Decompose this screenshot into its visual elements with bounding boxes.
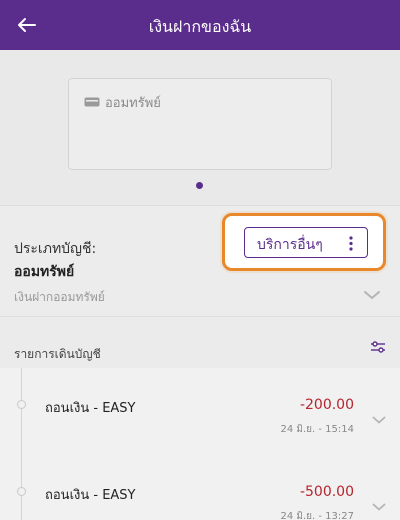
transaction-time: 24 มิ.ย. - 13:27 — [280, 511, 355, 520]
transaction-row[interactable]: ถอนเงิน - EASY -200.00 24 มิ.ย. - 15:14 — [0, 376, 400, 436]
card-account-type: ออมทรัพย์ — [105, 96, 161, 111]
bank-card-icon — [84, 97, 100, 107]
other-services-button[interactable]: บริการอื่นๆ — [244, 227, 368, 258]
other-services-label: บริการอื่นๆ — [257, 237, 323, 253]
transaction-row[interactable]: ถอนเงิน - EASY -500.00 24 มิ.ย. - 13:27 — [0, 463, 400, 520]
timeline-node — [17, 487, 26, 496]
account-carousel[interactable]: ออมทรัพย์ — [0, 50, 400, 205]
carousel-indicator — [196, 182, 203, 189]
account-info-panel: ประเภทบัญชี: ออมทรัพย์ เงินฝากออมทรัพย์ … — [0, 205, 400, 317]
chevron-down-icon[interactable] — [372, 416, 386, 424]
other-services-highlight: บริการอื่นๆ — [222, 213, 386, 271]
transaction-amount: -500.00 — [299, 484, 354, 500]
page-title: เงินฝากของฉัน — [148, 17, 252, 36]
filter-sliders-icon[interactable] — [370, 340, 386, 354]
chevron-down-icon[interactable] — [363, 290, 381, 300]
account-card[interactable]: ออมทรัพย์ — [68, 78, 332, 170]
chevron-down-icon[interactable] — [372, 503, 386, 511]
account-type-value: ออมทรัพย์ — [14, 264, 75, 280]
account-type-label: ประเภทบัญชี: — [14, 241, 97, 257]
transaction-time: 24 มิ.ย. - 15:14 — [280, 424, 355, 435]
more-vertical-icon — [349, 236, 353, 251]
transaction-name: ถอนเงิน - EASY — [45, 401, 136, 416]
transaction-name: ถอนเงิน - EASY — [45, 488, 136, 503]
transaction-amount: -200.00 — [299, 397, 354, 413]
timeline-node — [17, 400, 26, 409]
transactions-title: รายการเดินบัญชี — [14, 347, 101, 361]
app-header: เงินฝากของฉัน — [0, 0, 400, 50]
transactions-header: รายการเดินบัญชี — [0, 327, 400, 367]
account-description: เงินฝากออมทรัพย์ — [14, 290, 105, 304]
transactions-list: ถอนเงิน - EASY -200.00 24 มิ.ย. - 15:14 … — [0, 368, 400, 520]
